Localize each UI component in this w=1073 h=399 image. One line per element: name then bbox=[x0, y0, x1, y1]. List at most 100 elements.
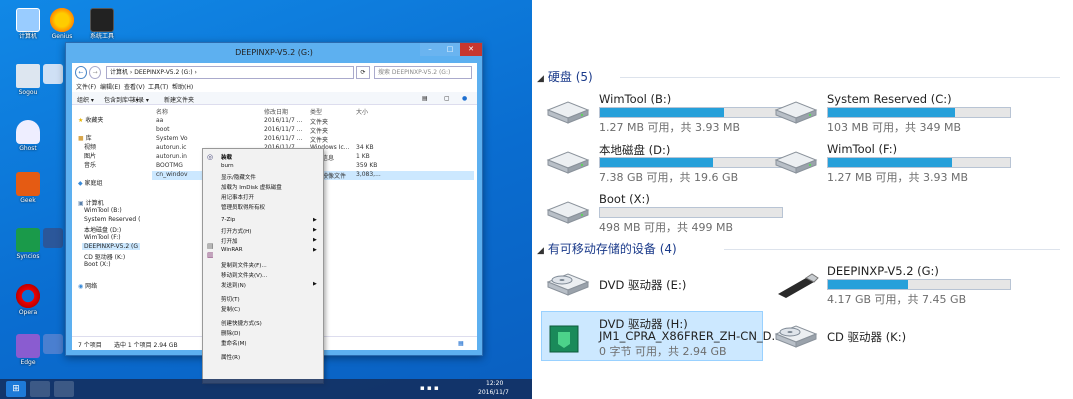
context-menu-item[interactable]: 复制到文件夹(F)... bbox=[221, 261, 267, 269]
nav-videos[interactable]: 视频 bbox=[84, 142, 96, 151]
file-date: 2016/11/7 ... bbox=[264, 135, 303, 142]
taskbar-explorer[interactable] bbox=[30, 381, 50, 397]
nav-homegroup[interactable]: ◆ 家庭组 bbox=[78, 178, 103, 187]
file-row[interactable]: boot 2016/11/7 ... 文件夹 bbox=[152, 126, 474, 135]
nav-drive[interactable]: System Reserved ( bbox=[84, 216, 140, 223]
nav-pictures[interactable]: 图片 bbox=[84, 151, 96, 160]
drive-name: DEEPINXP-V5.2 (G:) bbox=[827, 264, 939, 278]
refresh-button[interactable]: ⟳ bbox=[356, 66, 370, 79]
drive-tile[interactable]: WimTool (F:) 1.27 MB 可用，共 3.93 MB bbox=[772, 142, 1011, 184]
collapse-icon: ◢ bbox=[537, 246, 544, 256]
context-menu-item[interactable]: 剪切(T) bbox=[221, 295, 240, 303]
desktop-icon[interactable] bbox=[40, 228, 66, 250]
removable-drive-tile[interactable]: CD 驱动器 (K:) bbox=[772, 316, 1008, 358]
desktop-icon[interactable] bbox=[40, 64, 66, 86]
new-folder-button[interactable]: 新建文件夹 bbox=[164, 95, 194, 104]
drive-icon-wrap bbox=[772, 150, 820, 176]
maximize-button[interactable]: □ bbox=[440, 43, 460, 56]
desktop-icon[interactable]: 系统工具 bbox=[80, 8, 124, 41]
desktop-icon[interactable]: Geek bbox=[6, 172, 50, 205]
context-menu-item[interactable]: 加载为 ImDisk 虚拟磁盘 bbox=[221, 183, 282, 191]
menu-file[interactable]: 文件(F) bbox=[76, 82, 96, 91]
nav-network[interactable]: ◉ 网络 bbox=[78, 281, 97, 290]
nav-favorites[interactable]: ★ 收藏夹 bbox=[78, 115, 103, 124]
file-size: 1 KB bbox=[356, 153, 370, 160]
details-view-icon[interactable]: ▦ bbox=[458, 340, 464, 347]
removable-drive-tile[interactable]: DVD 驱动器 (E:) bbox=[544, 264, 780, 306]
removable-drive-tile[interactable]: DVD 驱动器 (H:) JM1_CPRA_X86FRER_ZH-CN_D... 0… bbox=[544, 316, 783, 358]
context-menu-item[interactable]: 移动到文件夹(V)... bbox=[221, 271, 267, 279]
desktop-icon[interactable] bbox=[40, 334, 66, 356]
back-button[interactable]: ← bbox=[75, 66, 87, 79]
context-menu-item[interactable]: burn bbox=[221, 163, 234, 169]
context-menu-item[interactable]: 创建快捷方式(S) bbox=[221, 319, 262, 327]
drive-tile[interactable]: 本地磁盘 (D:) 7.38 GB 可用，共 19.6 GB bbox=[544, 142, 783, 184]
column-size[interactable]: 大小 bbox=[356, 107, 368, 116]
column-date[interactable]: 修改日期 bbox=[264, 107, 288, 116]
context-menu-item[interactable]: WinRAR bbox=[221, 247, 243, 253]
column-type[interactable]: 类型 bbox=[310, 107, 322, 116]
context-menu-item[interactable]: 用记事本打开 bbox=[221, 193, 254, 201]
drive-icon-wrap bbox=[544, 324, 592, 353]
context-menu-item[interactable]: 复制(C) bbox=[221, 305, 240, 313]
context-menu-item[interactable]: 发送到(N) bbox=[221, 281, 246, 289]
nav-music[interactable]: 音乐 bbox=[84, 160, 96, 169]
nav-drive[interactable]: Boot (X:) bbox=[84, 261, 111, 268]
menu-view[interactable]: 查看(V) bbox=[124, 82, 145, 91]
tray-date[interactable]: 2016/11/7 bbox=[478, 389, 509, 396]
burn-button[interactable]: 刻录 ▾ bbox=[132, 95, 149, 104]
nav-libraries[interactable]: ■ 库 bbox=[78, 133, 92, 142]
desktop-icon[interactable]: Genius bbox=[40, 8, 84, 41]
menu-help[interactable]: 帮助(H) bbox=[172, 82, 193, 91]
address-bar[interactable]: 计算机 › DEEPINXP-V5.2 (G:) › bbox=[106, 66, 354, 79]
context-menu-item[interactable]: 打开方式(H) bbox=[221, 227, 251, 235]
context-menu-item[interactable]: 显示/隐藏文件 bbox=[221, 173, 256, 181]
drive-name: 本地磁盘 (D:) bbox=[599, 143, 671, 157]
capacity-fill bbox=[600, 108, 724, 117]
nav-drive[interactable]: CD 驱动器 (K:) bbox=[84, 252, 125, 261]
menu-tools[interactable]: 工具(T) bbox=[148, 82, 168, 91]
context-menu-item[interactable]: 管理员取得所有权 bbox=[221, 203, 265, 211]
context-menu-item[interactable]: 属性(R) bbox=[221, 353, 240, 361]
group-header-removable[interactable]: ◢ 有可移动存储的设备 (4) bbox=[537, 240, 677, 257]
close-button[interactable]: ✕ bbox=[460, 43, 482, 56]
taskbar-computer[interactable] bbox=[54, 381, 74, 397]
preview-pane-icon[interactable]: ▢ bbox=[444, 95, 450, 102]
file-row[interactable]: aa 2016/11/7 ... 文件夹 bbox=[152, 117, 474, 126]
nav-drive[interactable]: WimTool (F:) bbox=[84, 234, 121, 241]
file-row[interactable]: System Vo 2016/11/7 ... 文件夹 bbox=[152, 135, 474, 144]
tray-clock[interactable]: 12:20 bbox=[486, 380, 503, 387]
app-icon bbox=[43, 334, 63, 354]
nav-drive[interactable]: WimTool (B:) bbox=[84, 207, 122, 214]
view-options-icon[interactable]: ▤ bbox=[422, 95, 428, 102]
capacity-bar bbox=[827, 157, 1011, 168]
drive-tile[interactable]: WimTool (B:) 1.27 MB 可用，共 3.93 MB bbox=[544, 92, 783, 134]
search-input[interactable]: 搜索 DEEPINXP-V5.2 (G:) bbox=[374, 66, 472, 79]
minimize-button[interactable]: – bbox=[420, 43, 440, 56]
drive-space-info: 0 字节 可用，共 2.94 GB bbox=[599, 345, 727, 358]
context-menu-item[interactable]: 装载 bbox=[221, 153, 232, 161]
desktop-icon[interactable]: Opera bbox=[6, 284, 50, 317]
hard-drive-icon bbox=[546, 151, 590, 174]
start-button[interactable]: ⊞ bbox=[6, 381, 26, 397]
desktop-icon[interactable]: Ghost bbox=[6, 120, 50, 153]
organize-button[interactable]: 组织 ▾ bbox=[77, 95, 94, 104]
forward-button[interactable]: → bbox=[89, 66, 101, 79]
help-icon[interactable]: ● bbox=[462, 95, 467, 102]
drive-tile[interactable]: System Reserved (C:) 103 MB 可用，共 349 MB bbox=[772, 92, 1011, 134]
nav-computer[interactable]: ▣ 计算机 bbox=[78, 198, 104, 207]
nav-drive-selected[interactable]: DEEPINXP-V5.2 (G bbox=[82, 243, 141, 250]
column-name[interactable]: 名称 bbox=[156, 107, 168, 116]
collapse-icon: ◢ bbox=[537, 74, 544, 84]
context-menu-item[interactable]: 7-Zip bbox=[221, 217, 235, 223]
context-menu-item[interactable]: 重命名(M) bbox=[221, 339, 247, 347]
group-header-hdd[interactable]: ◢ 硬盘 (5) bbox=[537, 68, 593, 85]
tray-icon[interactable]: ▪ ▪ ▪ bbox=[420, 384, 439, 392]
context-menu-item[interactable]: 打开加 bbox=[221, 237, 238, 245]
drive-name: WimTool (B:) bbox=[599, 92, 672, 106]
nav-drive[interactable]: 本地磁盘 (D:) bbox=[84, 225, 121, 234]
drive-tile[interactable]: Boot (X:) 498 MB 可用，共 499 MB bbox=[544, 192, 783, 234]
menu-edit[interactable]: 编辑(E) bbox=[100, 82, 120, 91]
removable-drive-tile[interactable]: DEEPINXP-V5.2 (G:) 4.17 GB 可用，共 7.45 GB bbox=[772, 264, 1011, 306]
context-menu-item[interactable]: 删除(D) bbox=[221, 329, 241, 337]
